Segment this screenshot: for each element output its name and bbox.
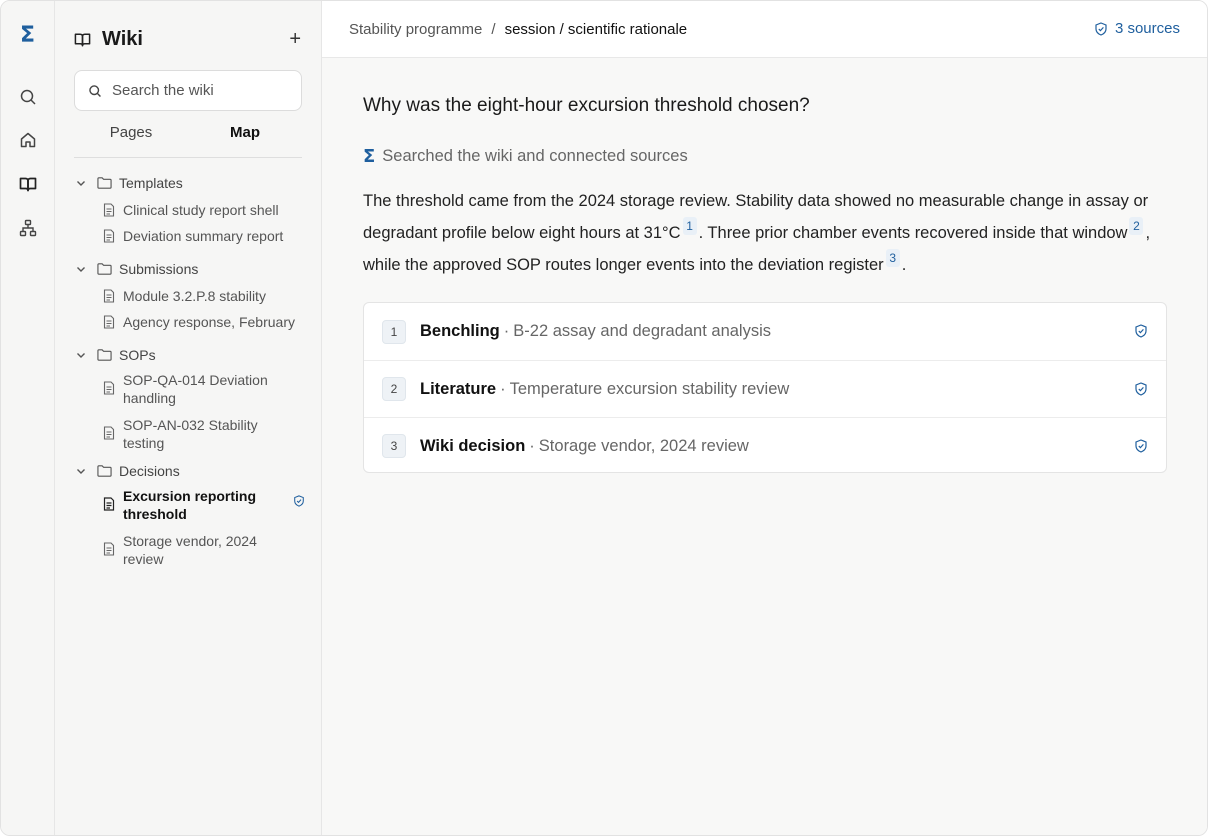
wiki-sidebar: Wiki + Pages Map Templates Clinical stud… <box>55 1 322 835</box>
tree-item-label: Excursion reporting threshold <box>123 488 257 522</box>
tree-item-label: SOP-AN-032 Stability testing <box>123 417 258 451</box>
citation-marker-1[interactable]: 1 <box>682 217 697 235</box>
folder-icon <box>97 465 112 477</box>
sidebar-header: Wiki + <box>73 25 303 53</box>
tree-item-label: Deviation summary report <box>123 228 284 244</box>
main-pane: Stability programme / session / scientif… <box>322 1 1207 835</box>
breadcrumb-current: session / scientific rationale <box>504 20 688 38</box>
book-icon <box>74 33 91 46</box>
tree-item-clinical-study-report-shell[interactable]: Clinical study report shell <box>75 197 303 223</box>
source-row-1[interactable]: 1 Benchling · B-22 assay and degradant a… <box>364 303 1166 360</box>
wiki-search-input[interactable] <box>112 82 292 99</box>
wiki-search-box[interactable] <box>74 70 302 111</box>
tab-map[interactable]: Map <box>188 121 302 157</box>
breadcrumb-separator: / <box>491 20 496 38</box>
tree-item-sop-qa-014[interactable]: SOP-QA-014 Deviation handling <box>75 369 303 414</box>
document-icon <box>103 381 115 395</box>
citation-marker-2[interactable]: 2 <box>1129 217 1144 235</box>
source-row-3[interactable]: 3 Wiki decision · Storage vendor, 2024 r… <box>364 417 1166 472</box>
folder-icon <box>97 263 112 275</box>
document-icon <box>103 315 115 329</box>
search-icon <box>89 84 101 97</box>
tab-pages[interactable]: Pages <box>74 121 188 157</box>
verified-shield-icon <box>1135 439 1147 453</box>
document-icon <box>103 229 115 243</box>
home-icon[interactable] <box>11 123 45 157</box>
sidebar-title: Wiki <box>102 27 143 50</box>
page-tree: Templates Clinical study report shell De… <box>75 171 304 575</box>
sources-button[interactable]: 3 sources <box>1094 20 1180 37</box>
answer-text: The threshold came from the 2024 storage… <box>363 185 1163 281</box>
verified-shield-icon <box>1095 21 1107 36</box>
source-kind: Wiki decision <box>420 436 526 455</box>
chevron-down-icon <box>77 469 85 474</box>
folder-label: SOPs <box>119 347 156 363</box>
folder-templates[interactable]: Templates <box>75 171 303 195</box>
answer-part: . <box>901 256 907 274</box>
source-separator: · <box>500 379 506 398</box>
sigma-icon: Σ <box>363 145 376 167</box>
topbar: Stability programme / session / scientif… <box>322 1 1207 58</box>
icon-rail: Σ <box>1 1 55 835</box>
source-number: 2 <box>382 377 406 401</box>
chevron-down-icon <box>77 181 85 186</box>
source-kind: Benchling <box>420 322 500 340</box>
document-icon <box>103 426 115 440</box>
source-title: Temperature excursion stability review <box>509 379 790 398</box>
folder-icon <box>97 177 112 189</box>
folder-label: Submissions <box>119 261 199 277</box>
source-separator: · <box>503 322 510 340</box>
folder-label: Templates <box>119 175 183 191</box>
chevron-down-icon <box>77 267 85 272</box>
tree-item-excursion-reporting-threshold[interactable]: Excursion reporting threshold <box>75 485 304 530</box>
document-icon <box>103 497 115 511</box>
tree-item-sop-an-032[interactable]: SOP-AN-032 Stability testing <box>75 414 303 459</box>
document-icon <box>103 542 115 556</box>
sources-count-label: 3 sources <box>1114 20 1180 37</box>
search-status-text: Searched the wiki and connected sources <box>382 147 688 165</box>
question-heading: Why was the eight-hour excursion thresho… <box>363 95 810 116</box>
search-icon[interactable] <box>11 80 45 114</box>
source-kind: Literature <box>420 379 497 398</box>
add-page-button[interactable]: + <box>289 27 301 51</box>
source-separator: · <box>529 436 535 455</box>
source-number: 3 <box>382 434 406 458</box>
chevron-down-icon <box>77 353 85 358</box>
source-number: 1 <box>382 319 406 344</box>
folder-decisions[interactable]: Decisions <box>75 459 303 483</box>
verified-shield-icon <box>1135 382 1147 396</box>
verified-shield-icon <box>1135 324 1147 338</box>
tree-item-label: Clinical study report shell <box>123 202 279 218</box>
book-icon[interactable] <box>11 167 45 201</box>
answer-part: . Three prior chamber events recovered i… <box>698 224 1128 242</box>
sidebar-tabs: Pages Map <box>74 121 302 158</box>
app-window: Σ Wiki + Pages Map <box>0 0 1208 836</box>
source-title: B-22 assay and degradant analysis <box>513 322 772 340</box>
document-icon <box>103 289 115 303</box>
tree-item-label: Storage vendor, 2024 review <box>123 533 257 567</box>
folder-submissions[interactable]: Submissions <box>75 257 303 281</box>
citation-marker-3[interactable]: 3 <box>885 249 900 267</box>
tree-item-storage-vendor-2024-review[interactable]: Storage vendor, 2024 review <box>75 530 303 575</box>
folder-icon <box>97 349 112 361</box>
source-title: Storage vendor, 2024 review <box>538 436 749 455</box>
tree-item-label: Agency response, February <box>123 314 295 330</box>
app-logo: Σ <box>19 23 36 48</box>
breadcrumb-root[interactable]: Stability programme <box>349 21 482 38</box>
tree-item-agency-response-february[interactable]: Agency response, February <box>75 309 303 335</box>
tree-item-deviation-summary-report[interactable]: Deviation summary report <box>75 223 303 249</box>
tree-item-label: SOP-QA-014 Deviation handling <box>123 372 268 406</box>
source-row-2[interactable]: 2 Literature · Temperature excursion sta… <box>364 360 1166 417</box>
folder-label: Decisions <box>119 463 180 479</box>
tree-item-label: Module 3.2.P.8 stability <box>123 288 266 304</box>
folder-sops[interactable]: SOPs <box>75 343 303 367</box>
tree-item-module-3-2-p-8-stability[interactable]: Module 3.2.P.8 stability <box>75 283 303 309</box>
sitemap-icon[interactable] <box>11 211 45 245</box>
search-status: Σ Searched the wiki and connected source… <box>363 147 688 166</box>
sources-list: 1 Benchling · B-22 assay and degradant a… <box>363 302 1167 473</box>
verified-shield-icon <box>294 495 304 507</box>
document-icon <box>103 203 115 217</box>
